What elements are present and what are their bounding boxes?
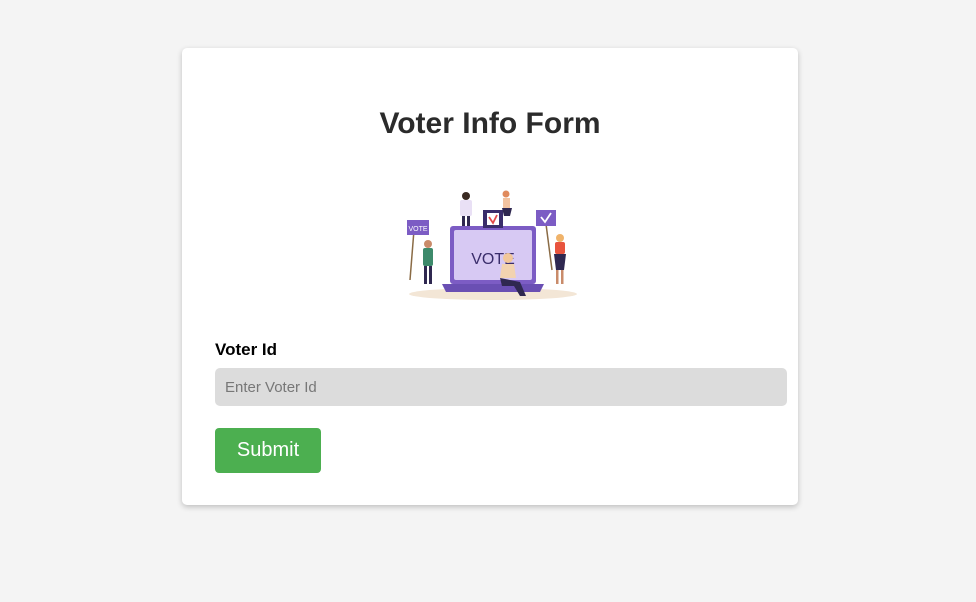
voter-id-input[interactable] xyxy=(215,368,787,406)
voter-form-card: Voter Info Form VOTE VOTE Voter Id Enter… xyxy=(182,48,798,505)
submit-button[interactable]: Submit xyxy=(215,428,321,473)
svg-text:VOTE: VOTE xyxy=(408,226,427,233)
voter-id-label: Voter Id xyxy=(215,340,278,359)
vote-illustration-icon: VOTE VOTE xyxy=(407,190,577,300)
page-title: Voter Info Form xyxy=(379,107,601,140)
